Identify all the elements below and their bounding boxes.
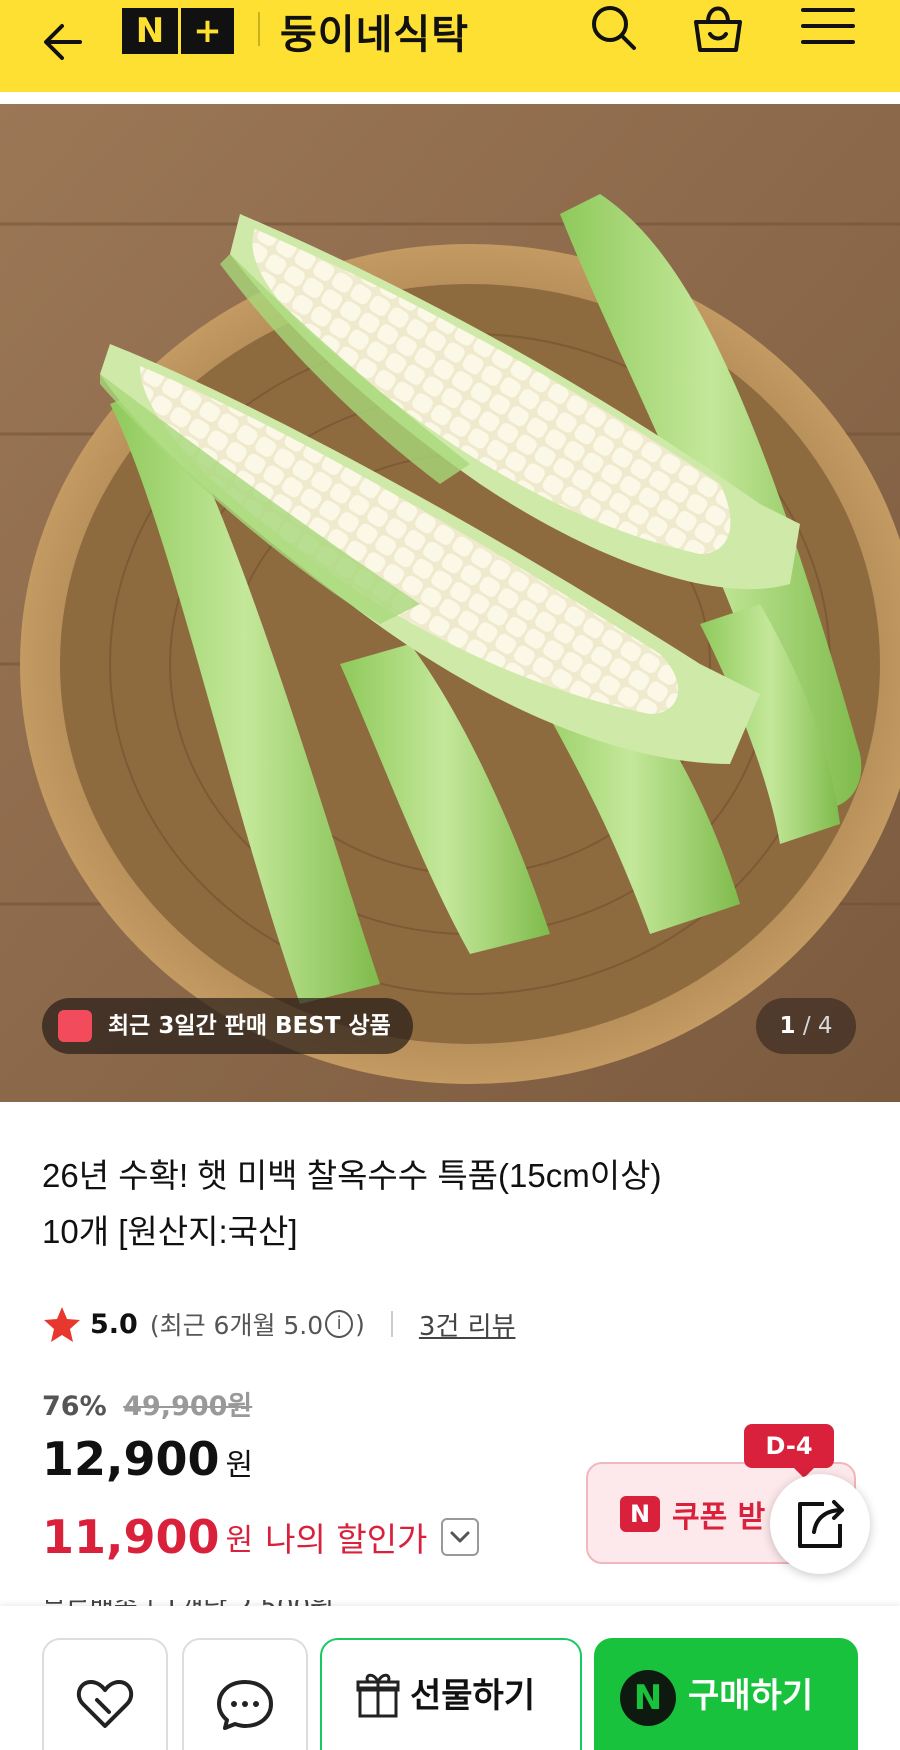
- top-header: N + 둥이네식탁: [0, 0, 900, 92]
- header-divider: [258, 12, 260, 46]
- rating-recent-prefix: (최근 6개월 5.0: [149, 1311, 324, 1340]
- coupon-n-badge: N: [620, 1496, 660, 1532]
- product-title-line2: 10개 [원산지:국산]: [42, 1213, 298, 1250]
- logo-letter-n: N: [122, 8, 178, 54]
- my-price-unit: 원: [225, 1523, 254, 1558]
- share-button[interactable]: [770, 1474, 870, 1574]
- gift-icon: [356, 1673, 400, 1718]
- original-price: 49,900원: [123, 1391, 253, 1422]
- coupon-dday-badge: D-4: [744, 1424, 834, 1478]
- image-counter-current: 1: [779, 1013, 796, 1039]
- corn-basket-photo: [0, 104, 900, 1102]
- back-arrow-icon[interactable]: [36, 14, 96, 74]
- bottom-action-bar: 선물하기 N 구매하기: [0, 1606, 900, 1750]
- gift-box-icon: [58, 1010, 92, 1042]
- search-icon[interactable]: [582, 0, 646, 60]
- share-icon: [798, 1500, 844, 1548]
- info-icon[interactable]: i: [325, 1310, 354, 1338]
- discount-row: 76% 49,900원: [42, 1384, 252, 1423]
- best-seller-text: 최근 3일간 판매 BEST 상품: [108, 1013, 391, 1039]
- best-seller-badge: 최근 3일간 판매 BEST 상품: [42, 998, 413, 1054]
- heart-icon: [76, 1680, 134, 1728]
- review-count-link[interactable]: 3건 리뷰: [419, 1306, 516, 1343]
- star-icon: [44, 1307, 80, 1342]
- image-counter: 1 / 4: [756, 998, 856, 1054]
- my-price-label: 나의 할인가: [265, 1520, 428, 1559]
- my-price-value: 11,900: [42, 1510, 220, 1564]
- product-title: 26년 수확! 햇 미백 찰옥수수 특품(15cm이상) 10개 [원산지:국산…: [42, 1148, 862, 1260]
- buy-button[interactable]: N 구매하기: [594, 1638, 858, 1750]
- shopping-bag-icon[interactable]: [686, 0, 750, 60]
- sale-price-unit: 원: [225, 1448, 254, 1483]
- store-name[interactable]: 둥이네식탁: [280, 2, 469, 60]
- naver-plus-logo[interactable]: N +: [122, 8, 234, 54]
- image-counter-separator: /: [802, 1013, 811, 1039]
- sale-price-value: 12,900: [42, 1432, 220, 1486]
- chat-bubble-icon: [217, 1680, 273, 1730]
- rating-recent-suffix: ): [355, 1309, 365, 1339]
- naver-pay-n-badge: N: [620, 1670, 676, 1726]
- logo-letter-plus: +: [178, 8, 234, 54]
- coupon-text: 쿠폰 받: [672, 1500, 766, 1535]
- gift-button[interactable]: 선물하기: [320, 1638, 582, 1750]
- chevron-down-icon: [450, 1531, 470, 1543]
- hamburger-menu-icon[interactable]: [795, 0, 859, 60]
- wishlist-button[interactable]: [42, 1638, 168, 1750]
- rating-divider: [390, 1311, 393, 1337]
- my-discount-price: 11,900 원 나의 할인가: [42, 1510, 480, 1564]
- gift-button-label: 선물하기: [410, 1676, 536, 1716]
- product-image-carousel[interactable]: 최근 3일간 판매 BEST 상품 1 / 4: [0, 104, 900, 1102]
- discount-percent: 76%: [42, 1391, 107, 1422]
- sale-price: 12,900 원: [42, 1432, 253, 1486]
- rating-score: 5.0: [90, 1308, 138, 1340]
- buy-button-label: 구매하기: [688, 1676, 814, 1716]
- my-price-dropdown[interactable]: [441, 1518, 480, 1556]
- product-title-line1: 26년 수확! 햇 미백 찰옥수수 특품(15cm이상): [42, 1157, 662, 1194]
- image-counter-total: 4: [817, 1013, 833, 1039]
- talk-chat-button[interactable]: [182, 1638, 308, 1750]
- rating-row: 5.0 (최근 6개월 5.0 i ) 3건 리뷰: [42, 1302, 516, 1346]
